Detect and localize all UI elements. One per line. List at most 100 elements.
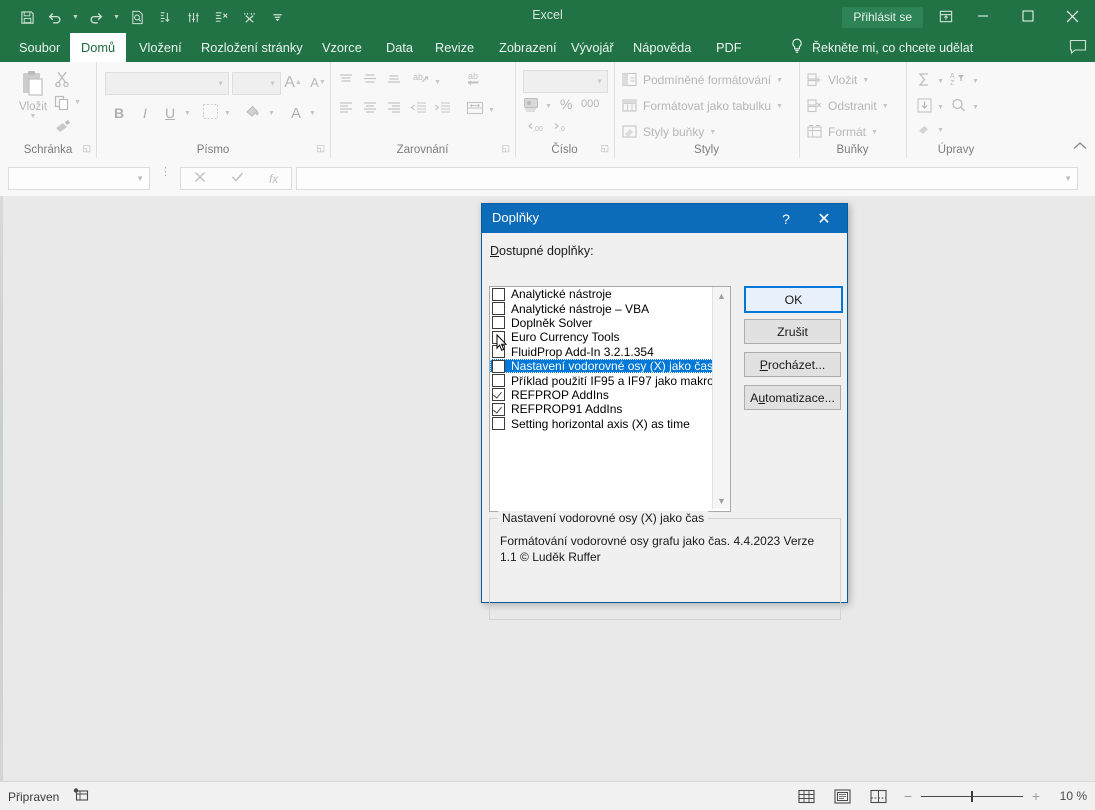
tab-revize[interactable]: Revize	[424, 33, 485, 62]
browse-button[interactable]: Procházet...	[744, 352, 841, 377]
tab-vzorce[interactable]: Vzorce	[311, 33, 373, 62]
cell-styles-dropdown-icon[interactable]: ▼	[709, 129, 716, 136]
automation-button[interactable]: Au tomatizace...	[744, 385, 841, 410]
tell-me-search[interactable]: Řekněte mi, co chcete udělat	[790, 33, 973, 62]
clear-dropdown-icon[interactable]: ▼	[937, 127, 944, 134]
merge-cells-dropdown-icon[interactable]: ▼	[488, 107, 495, 114]
align-right-icon[interactable]	[386, 100, 402, 115]
align-top-icon[interactable]	[338, 72, 354, 87]
conditional-formatting-dropdown-icon[interactable]: ▼	[776, 77, 783, 84]
sign-in-button[interactable]: Přihlásit se	[842, 7, 923, 28]
align-left-icon[interactable]	[338, 100, 354, 115]
format-as-table-button[interactable]: Formátovat jako tabulku ▼	[622, 98, 783, 114]
minimize-icon[interactable]	[960, 0, 1005, 32]
paste-dropdown-icon[interactable]: ▼	[30, 113, 37, 120]
list-item[interactable]: Doplněk Solver	[490, 316, 730, 330]
format-painter-icon[interactable]	[54, 118, 71, 134]
addin-checkbox[interactable]	[492, 287, 505, 301]
find-select-dropdown-icon[interactable]: ▼	[972, 104, 979, 111]
addin-checkbox[interactable]	[492, 388, 505, 402]
list-item[interactable]: FluidProp Add-In 3.2.1.354	[490, 345, 730, 359]
list-item[interactable]: Setting horizontal axis (X) as time	[490, 417, 730, 431]
page-layout-view-button[interactable]	[830, 786, 854, 806]
addin-checkbox[interactable]	[492, 402, 505, 416]
borders-dropdown-icon[interactable]: ▼	[224, 110, 231, 117]
cancel-icon[interactable]	[194, 171, 206, 186]
accounting-dropdown-icon[interactable]: ▼	[545, 103, 552, 110]
font-dialog-launcher-icon[interactable]: ◱	[316, 143, 325, 154]
underline-dropdown-icon[interactable]: ▼	[184, 110, 191, 117]
tab-rozlozeni-stranky[interactable]: Rozložení stránky	[190, 33, 314, 62]
cell-styles-button[interactable]: Styly buňky ▼	[622, 124, 716, 140]
fill-color-dropdown-icon[interactable]: ▼	[268, 110, 275, 117]
font-color-dropdown-icon[interactable]: ▼	[309, 110, 316, 117]
ribbon-display-options-icon[interactable]	[932, 6, 960, 27]
underline-button[interactable]: U	[159, 102, 181, 124]
list-item[interactable]: Příklad použití IF95 a IF97 jako makro	[490, 373, 730, 388]
fill-color-icon[interactable]	[244, 103, 262, 120]
delete-cells-dropdown-icon[interactable]: ▼	[882, 103, 889, 110]
tab-pdf[interactable]: PDF	[705, 33, 753, 62]
zoom-out-button[interactable]: −	[902, 788, 914, 804]
tab-zobrazeni[interactable]: Zobrazení	[488, 33, 568, 62]
clear-icon[interactable]	[916, 122, 933, 136]
collapse-ribbon-icon[interactable]	[1073, 140, 1087, 154]
align-bottom-icon[interactable]	[386, 72, 402, 87]
paste-button[interactable]: Vložit ▼	[10, 70, 56, 120]
list-item[interactable]: REFPROP91 AddIns	[490, 402, 730, 416]
list-item[interactable]: Analytické nástroje – VBA	[490, 301, 730, 316]
tab-napoveda[interactable]: Nápověda	[622, 33, 702, 62]
addin-checkbox[interactable]	[492, 330, 505, 344]
name-box-dropdown-icon[interactable]: ▼	[136, 174, 144, 183]
find-select-icon[interactable]	[950, 97, 967, 114]
scroll-down-icon[interactable]: ▼	[713, 492, 730, 509]
list-item[interactable]: REFPROP AddIns	[490, 388, 730, 402]
confirm-icon[interactable]	[231, 171, 244, 186]
fill-dropdown-icon[interactable]: ▼	[937, 104, 944, 111]
copy-icon[interactable]	[54, 95, 70, 111]
orientation-dropdown-icon[interactable]: ▼	[434, 79, 441, 86]
bold-button[interactable]: B	[108, 102, 130, 124]
ok-button[interactable]: OK	[744, 286, 843, 313]
formula-bar-expand-icon[interactable]: ▼	[1064, 174, 1072, 183]
tab-domu[interactable]: Domů	[70, 33, 127, 62]
font-name-input[interactable]: ▼	[105, 72, 229, 95]
copy-dropdown-icon[interactable]: ▼	[74, 99, 81, 106]
insert-function-icon[interactable]: fx	[269, 172, 278, 186]
list-item-selected[interactable]: Nastavení vodorovné osy (X) jako čas	[490, 358, 730, 374]
format-as-table-dropdown-icon[interactable]: ▼	[776, 103, 783, 110]
addin-checkbox[interactable]	[492, 316, 505, 330]
italic-button[interactable]: I	[134, 102, 156, 124]
decrease-indent-icon[interactable]	[410, 100, 427, 115]
zoom-slider[interactable]	[921, 790, 1023, 802]
tab-vlozeni[interactable]: Vložení	[128, 33, 193, 62]
addin-checkbox[interactable]	[492, 345, 505, 359]
align-middle-icon[interactable]	[362, 72, 378, 87]
number-format-dropdown-icon[interactable]: ▼	[596, 78, 603, 85]
scroll-up-icon[interactable]: ▲	[713, 287, 730, 304]
grow-font-button[interactable]: A ▲	[282, 72, 304, 93]
tab-data[interactable]: Data	[375, 33, 424, 62]
zoom-level-label[interactable]: 10 %	[1049, 789, 1087, 803]
formula-bar-grip[interactable]: ⋮	[160, 167, 171, 178]
cancel-button[interactable]: Zrušit	[744, 319, 841, 344]
formula-input[interactable]: ▼	[296, 167, 1078, 190]
merge-cells-icon[interactable]	[466, 100, 484, 116]
align-center-icon[interactable]	[362, 100, 378, 115]
cut-icon[interactable]	[54, 71, 70, 87]
font-size-input[interactable]: ▼	[232, 72, 281, 95]
tab-soubor[interactable]: Soubor	[8, 33, 71, 62]
sort-filter-icon[interactable]: AZ	[950, 71, 968, 88]
addins-listbox[interactable]: Analytické nástroje Analytické nástroje …	[489, 286, 731, 512]
insert-cells-button[interactable]: Vložit ▼	[807, 72, 869, 88]
increase-decimal-icon[interactable]: ,00	[527, 120, 545, 134]
addin-checkbox[interactable]	[492, 302, 505, 316]
font-name-dropdown-icon[interactable]: ▼	[217, 80, 224, 87]
number-dialog-launcher-icon[interactable]: ◱	[600, 143, 609, 154]
normal-view-button[interactable]	[794, 786, 818, 806]
fill-icon[interactable]	[916, 97, 933, 114]
zoom-slider-thumb[interactable]	[971, 791, 973, 802]
format-cells-button[interactable]: Formát ▼	[807, 124, 878, 140]
clipboard-dialog-launcher-icon[interactable]: ◱	[82, 143, 91, 154]
list-item[interactable]: Analytické nástroje	[490, 287, 730, 301]
